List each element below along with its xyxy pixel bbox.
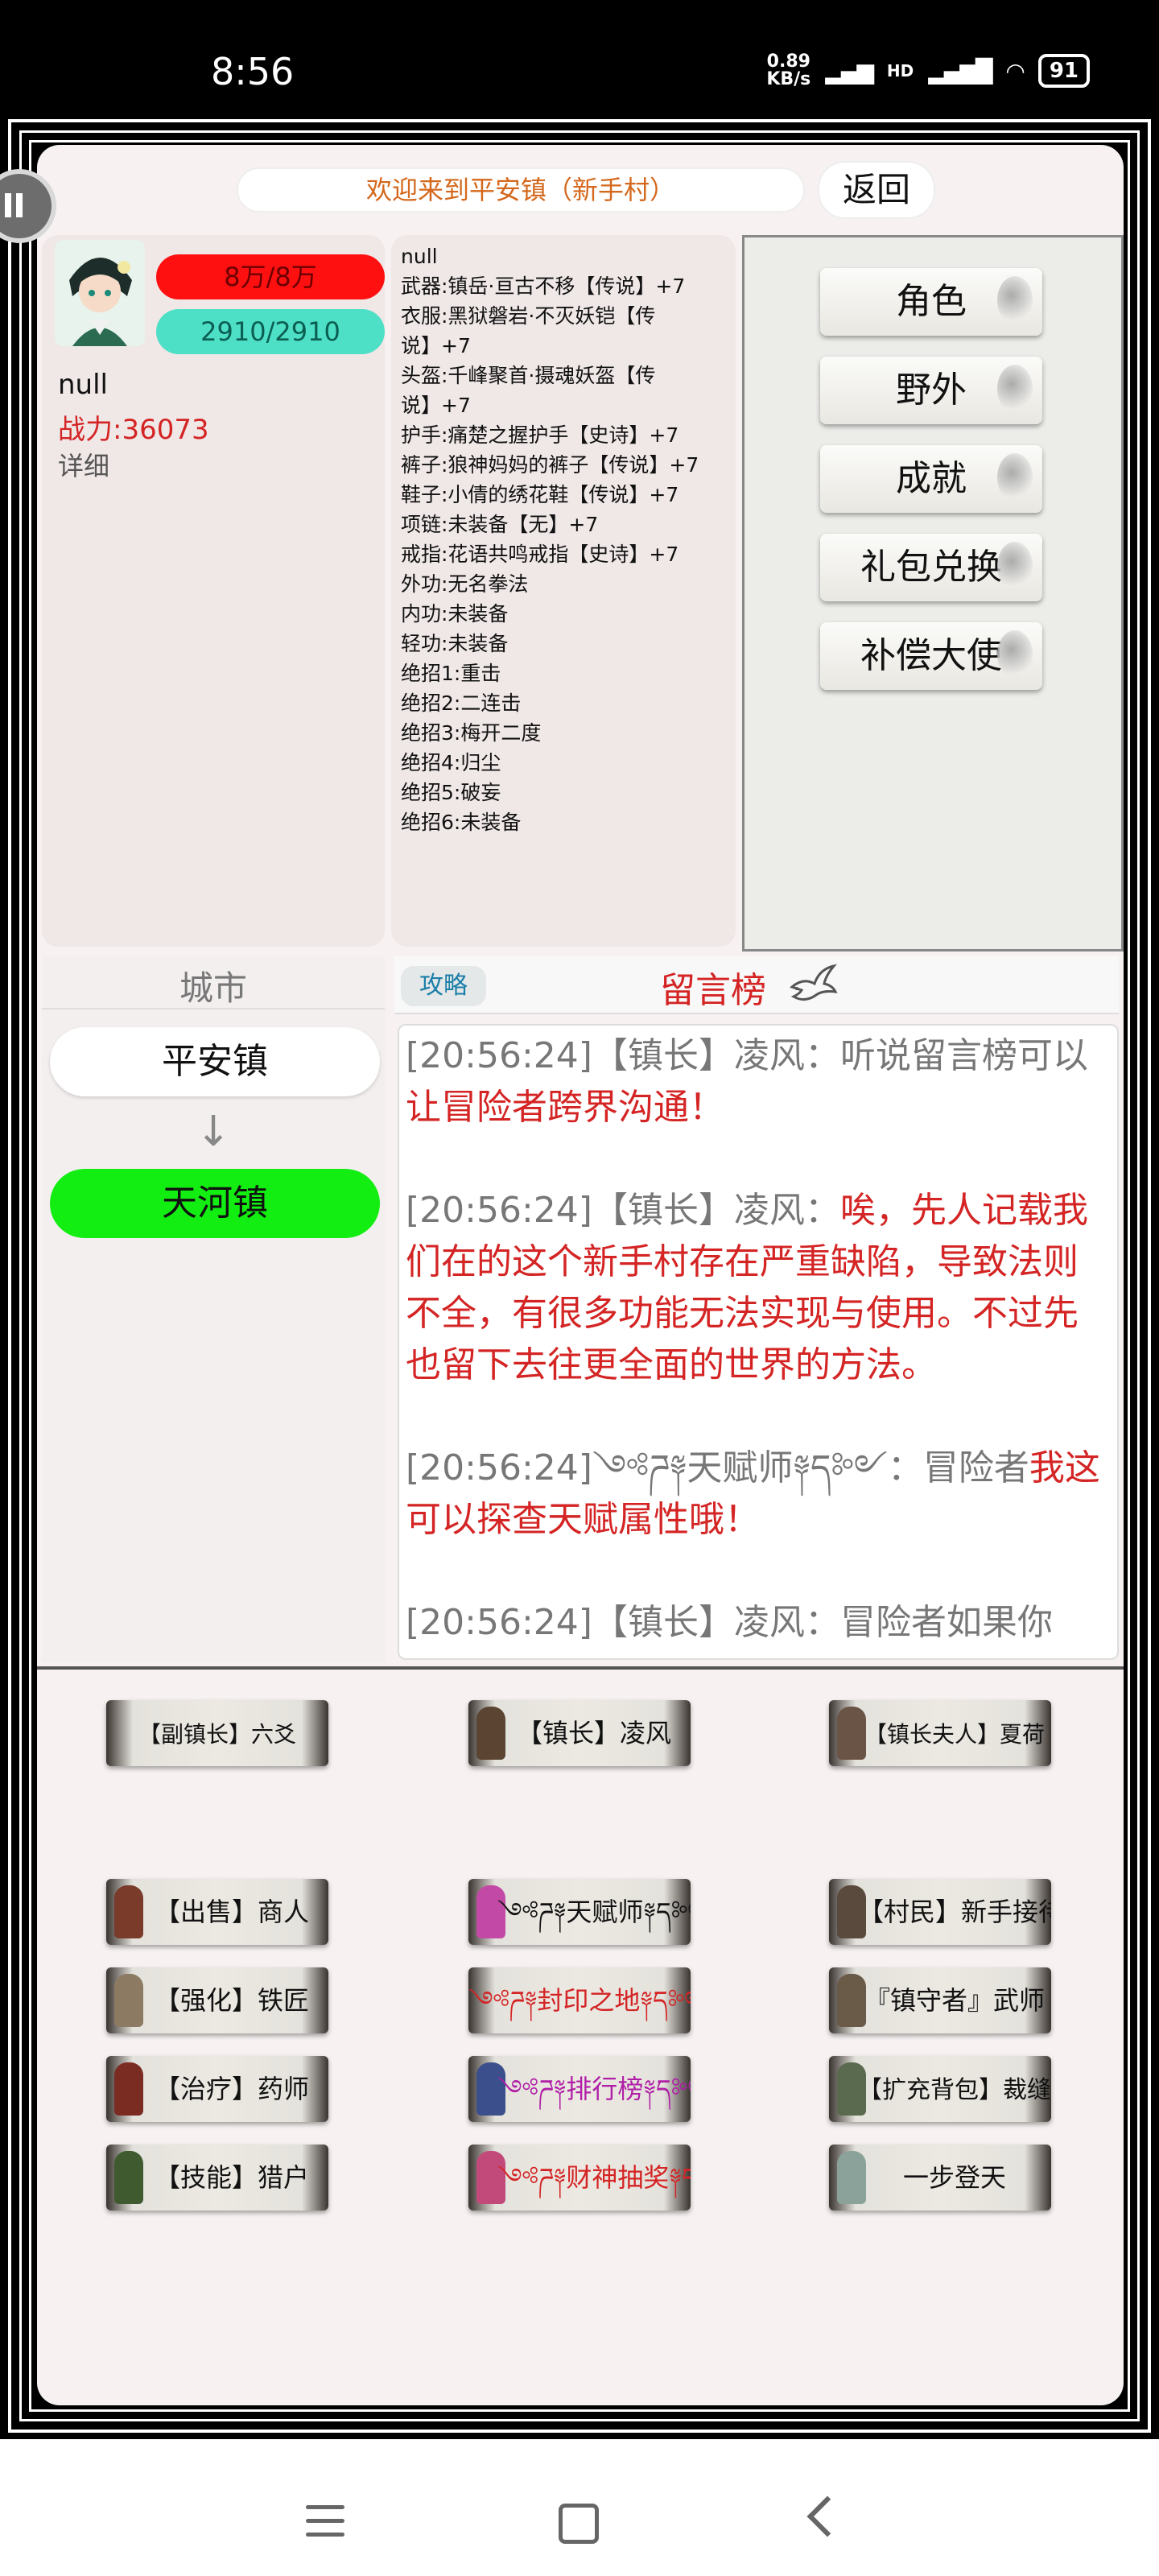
main-menu: 角色 野外 成就 礼包兑换 补偿大使 (742, 235, 1124, 952)
ink-mountain-icon (997, 276, 1033, 324)
equipment-line: 绝招4:归尘 (401, 751, 501, 774)
guestbook-messages[interactable]: [20:56:24]【镇长】凌风：听说留言榜可以让冒险者跨界沟通！ [20:56… (398, 1024, 1119, 1660)
ink-mountain-icon (997, 630, 1033, 679)
message-item: [20:56:24]༺ཌ༈天赋师༈ད༻：冒险者我这可以探查天赋属性哦！ (406, 1447, 1100, 1540)
city-panel: 城市 平安镇 ↓ 天河镇 (42, 956, 385, 1662)
equipment-line: 裤子:狼神妈妈的裤子【传说】+7 (401, 453, 699, 477)
equipment-line: 鞋子:小倩的绣花鞋【传说】+7 (401, 483, 679, 506)
npc-seal-land-button[interactable]: ༺ཌ༈封印之地༈ད༻ (468, 1967, 691, 2033)
equipment-line: 说】+7 (401, 394, 471, 417)
npc-leaderboard-button[interactable]: ༺ཌ༈排行榜༈ད༻ (468, 2056, 691, 2122)
equipment-line: 绝招1:重击 (401, 662, 501, 685)
next-city-button[interactable]: 天河镇 (50, 1169, 380, 1238)
net-speed: 0.89 KB/s (766, 53, 810, 89)
ink-mountain-icon (997, 453, 1033, 502)
player-card: 8万/8万 2910/2910 null 战力:36073 详细 (42, 235, 385, 947)
npc-pharmacist-button[interactable]: 【治疗】药师 (106, 2056, 328, 2122)
equipment-line: 绝招2:二连击 (401, 691, 522, 715)
npc-deputy-mayor-button[interactable]: 【副镇长】六爻 (106, 1700, 328, 1766)
npc-mayor-button[interactable]: 【镇长】凌风 (468, 1700, 691, 1766)
status-icons: 0.89 KB/s ▂▄▆ HD ▂▄▆█ ◠ 91 (766, 53, 1090, 89)
message-item: [20:56:24]【镇长】凌风：听说留言榜可以让冒险者跨界沟通！ (406, 1035, 1088, 1128)
recent-apps-icon[interactable] (306, 2505, 344, 2537)
equipment-list: null 武器:镇岳·亘古不移【传说】+7 衣服:黑狱磐岩·不灭妖铠【传 说】+… (391, 235, 736, 947)
ink-mountain-icon (997, 542, 1033, 590)
equipment-line: 轻功:未装备 (401, 632, 509, 655)
equipment-line: 绝招6:未装备 (401, 811, 522, 834)
down-arrow-icon: ↓ (196, 1108, 231, 1156)
equipment-line: null (401, 245, 438, 268)
game-panel: 欢迎来到平安镇（新手村） 返回 8万/8万 2910/2910 null 战力:… (37, 145, 1124, 2405)
equipment-line: 衣服:黑狱磐岩·不灭妖铠【传 (401, 304, 656, 328)
menu-achievement-button[interactable]: 成就 (820, 445, 1042, 513)
welcome-banner: 欢迎来到平安镇（新手村） (237, 167, 805, 213)
back-button[interactable]: 返回 (818, 161, 935, 219)
message-item: [20:56:24]【镇长】凌风：唉，先人记载我们在的这个新手村存在严重缺陷，导… (406, 1190, 1088, 1385)
npc-talent-master-button[interactable]: ༺ཌ༈天赋师༈ད༻ (468, 1879, 691, 1945)
npc-tailor-button[interactable]: 【扩充背包】裁缝 (829, 2056, 1051, 2122)
mp-bar: 2910/2910 (156, 309, 385, 354)
equipment-line: 绝招3:梅开二度 (401, 721, 542, 745)
hd-label: HD (886, 61, 914, 80)
ink-mountain-icon (997, 365, 1033, 413)
guestbook-header: 攻略 留言榜 (394, 956, 1119, 1014)
dove-icon (790, 964, 838, 1001)
equipment-line: 头盔:千峰聚首·摄魂妖盔【传 (401, 364, 656, 387)
combat-power: 战力:36073 (58, 414, 209, 446)
equipment-line: 内功:未装备 (401, 602, 509, 625)
detail-link[interactable]: 详细 (58, 446, 109, 483)
current-city-button[interactable]: 平安镇 (50, 1027, 380, 1096)
signal-bars-icon: ▂▄▆█ (928, 57, 992, 85)
equipment-line: 项链:未装备【无】+7 (401, 513, 599, 536)
menu-compensation-button[interactable]: 补偿大使 (820, 622, 1042, 690)
equipment-line: 护手:痛楚之握护手【史诗】+7 (401, 423, 679, 447)
equipment-line: 说】+7 (401, 334, 471, 357)
equipment-line: 戒指:花语共鸣戒指【史诗】+7 (401, 543, 679, 566)
net-speed-value: 0.89 (766, 52, 810, 72)
system-nav-bar (0, 2439, 1159, 2576)
npc-portrait-icon (837, 2151, 866, 2204)
npc-hunter-button[interactable]: 【技能】猎户 (106, 2145, 328, 2211)
npc-merchant-button[interactable]: 【出售】商人 (106, 1879, 328, 1945)
status-time: 8:56 (211, 50, 295, 93)
npc-blacksmith-button[interactable]: 【强化】铁匠 (106, 1967, 328, 2033)
mobile-signal-icon: ▂▄▆ (825, 57, 874, 85)
menu-wild-button[interactable]: 野外 (820, 357, 1042, 424)
npc-one-step-button[interactable]: 一步登天 (829, 2145, 1051, 2211)
back-icon[interactable] (806, 2496, 848, 2537)
home-icon[interactable] (559, 2504, 599, 2544)
player-avatar[interactable] (55, 240, 145, 346)
status-bar: 8:56 0.89 KB/s ▂▄▆ HD ▂▄▆█ ◠ 91 (0, 0, 1159, 113)
equipment-line: 武器:镇岳·亘古不移【传说】+7 (401, 275, 686, 298)
player-name: null (58, 369, 108, 401)
message-item: [20:56:24]【镇长】凌风：冒险者如果你 (406, 1602, 1053, 1643)
wifi-icon: ◠ (1005, 57, 1025, 85)
guestbook-title: 留言榜 (660, 970, 766, 1011)
npc-newbie-receptionist-button[interactable]: 【村民】新手接待 (829, 1879, 1051, 1945)
hp-bar: 8万/8万 (156, 254, 385, 299)
strategy-button[interactable]: 攻略 (401, 966, 486, 1006)
net-speed-unit: KB/s (766, 69, 811, 89)
npc-lucky-draw-button[interactable]: ༺ཌ༈财神抽奖༈ད༻ (468, 2145, 691, 2211)
npc-martial-guard-button[interactable]: 『镇守者』武师 (829, 1967, 1051, 2033)
menu-gift-redeem-button[interactable]: 礼包兑换 (820, 534, 1042, 601)
equipment-line: 外功:无名拳法 (401, 572, 529, 596)
menu-character-button[interactable]: 角色 (820, 268, 1042, 336)
city-title: 城市 (179, 968, 247, 1008)
equipment-line: 绝招5:破妄 (401, 781, 501, 804)
npc-mayor-wife-button[interactable]: 【镇长夫人】夏荷 (829, 1700, 1051, 1766)
battery-indicator: 91 (1037, 54, 1090, 88)
